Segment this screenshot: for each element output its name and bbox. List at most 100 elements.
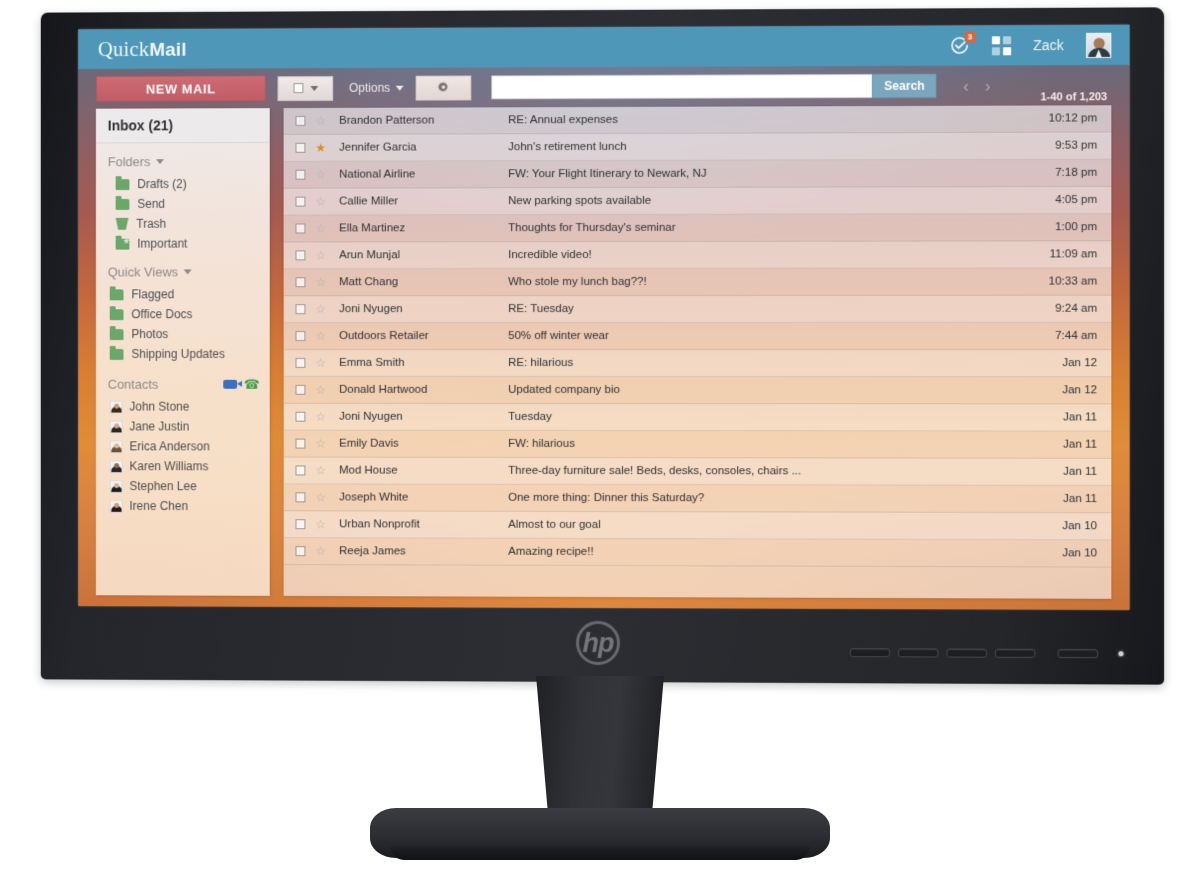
osd-button[interactable]	[1057, 648, 1099, 659]
chevron-down-icon	[396, 85, 405, 91]
folder-star-icon	[115, 238, 130, 250]
sidebar-item-inbox[interactable]: Inbox (21)	[95, 108, 270, 144]
options-menu[interactable]: Options	[349, 81, 405, 95]
message-row[interactable]: ☆ Reeja James Amazing recipe!! Jan 10	[283, 538, 1112, 568]
message-row[interactable]: ☆ Donald Hartwood Updated company bio Jan 1…	[283, 376, 1112, 405]
message-row[interactable]: ☆ Joseph White One more thing: Dinner this…	[283, 484, 1112, 514]
monitor-osd-buttons	[849, 648, 1124, 659]
message-checkbox[interactable]	[295, 223, 306, 234]
contact-list-item[interactable]: Irene Chen	[96, 496, 270, 516]
star-icon[interactable]: ★	[315, 141, 329, 155]
sidebar-item-photos[interactable]: Photos	[96, 324, 270, 344]
next-page-button[interactable]: ›	[985, 76, 991, 95]
message-row[interactable]: ☆ Arun Munjal Incredible video! 11:09 am	[283, 241, 1112, 270]
sidebar-item-drafts-2[interactable]: Drafts (2)	[96, 174, 270, 194]
osd-button[interactable]	[994, 648, 1036, 658]
message-row[interactable]: ☆ Emma Smith RE: hilarious Jan 12	[283, 349, 1112, 378]
message-checkbox[interactable]	[295, 519, 306, 530]
message-checkbox[interactable]	[295, 250, 306, 261]
sidebar-item-send[interactable]: Send	[96, 194, 270, 214]
message-row[interactable]: ☆ Outdoors Retailer 50% off winter wear 7:4…	[283, 322, 1112, 351]
message-checkbox[interactable]	[295, 169, 306, 180]
star-icon[interactable]: ☆	[315, 168, 329, 182]
sidebar-item-shipping-updates[interactable]: Shipping Updates	[96, 344, 270, 364]
user-name-label[interactable]: Zack	[1033, 37, 1064, 53]
sidebar-section-folders[interactable]: Folders	[96, 143, 270, 174]
sidebar-item-office-docs[interactable]: Office Docs	[96, 304, 270, 324]
message-time: 7:18 pm	[1055, 166, 1098, 179]
message-checkbox[interactable]	[295, 277, 306, 288]
star-icon[interactable]: ☆	[315, 275, 329, 289]
message-row[interactable]: ☆ Ella Martinez Thoughts for Thursday's se…	[283, 214, 1112, 243]
contact-avatar	[109, 400, 123, 414]
new-mail-button[interactable]: NEW MAIL	[95, 75, 266, 102]
sidebar-item-label: Office Docs	[131, 307, 193, 322]
sidebar-item-flagged[interactable]: Flagged	[96, 284, 270, 304]
star-icon[interactable]: ☆	[315, 383, 329, 397]
contact-list-item[interactable]: John Stone	[96, 397, 270, 417]
message-row[interactable]: ☆ Matt Chang Who stole my lunch bag??! 10:3…	[283, 268, 1112, 297]
message-row[interactable]: ☆ National Airline FW: Your Flight Itinera…	[283, 159, 1112, 189]
message-row[interactable]: ★ Jennifer Garcia John's retirement lunch 9…	[283, 132, 1112, 162]
select-all-dropdown[interactable]	[277, 75, 334, 101]
star-icon[interactable]: ☆	[315, 248, 329, 262]
message-row[interactable]: ☆ Emily Davis FW: hilarious Jan 11	[283, 430, 1112, 459]
message-checkbox[interactable]	[295, 331, 306, 342]
apps-grid-button[interactable]	[991, 35, 1011, 55]
star-icon[interactable]: ☆	[315, 437, 329, 451]
prev-page-button[interactable]: ‹	[963, 76, 969, 95]
contact-name: John Stone	[129, 399, 190, 414]
message-checkbox[interactable]	[295, 438, 306, 449]
message-checkbox[interactable]	[295, 465, 306, 476]
message-row[interactable]: ☆ Callie Miller New parking spots availabl…	[283, 186, 1112, 216]
star-icon[interactable]: ☆	[315, 464, 329, 478]
message-row[interactable]: ☆ Urban Nonprofit Almost to our goal Jan 10	[283, 511, 1112, 541]
message-checkbox[interactable]	[295, 142, 306, 153]
message-row[interactable]: ☆ Mod House Three-day furniture sale! Beds…	[283, 457, 1112, 487]
search-input[interactable]	[491, 73, 873, 100]
osd-button[interactable]	[849, 648, 891, 658]
message-checkbox[interactable]	[295, 546, 306, 557]
star-icon[interactable]: ☆	[315, 195, 329, 209]
app-logo[interactable]: QuickMail	[98, 36, 187, 61]
star-icon[interactable]: ☆	[315, 329, 329, 343]
star-icon[interactable]: ☆	[315, 544, 329, 558]
contact-list-item[interactable]: Stephen Lee	[96, 476, 270, 496]
contact-list-item[interactable]: Karen Williams	[96, 456, 270, 476]
contact-list-item[interactable]: Jane Justin	[96, 416, 270, 436]
star-icon[interactable]: ☆	[315, 114, 329, 128]
contact-name: Irene Chen	[129, 498, 189, 514]
sidebar-item-trash[interactable]: Trash	[96, 214, 270, 234]
message-sender: Reeja James	[339, 545, 406, 558]
avatar[interactable]	[1086, 32, 1112, 58]
message-checkbox[interactable]	[295, 115, 306, 126]
message-checkbox[interactable]	[295, 492, 306, 503]
video-call-icon[interactable]	[223, 379, 237, 389]
star-icon[interactable]: ☆	[315, 410, 329, 424]
sidebar-item-important[interactable]: Important	[96, 234, 270, 254]
star-icon[interactable]: ☆	[315, 490, 329, 504]
message-checkbox[interactable]	[295, 411, 306, 422]
message-checkbox[interactable]	[295, 384, 306, 395]
notifications-button[interactable]: 3	[949, 31, 976, 55]
star-icon[interactable]: ☆	[315, 302, 329, 316]
contacts-list: John Stone Jane Justin Erica Anderson Karen…	[96, 397, 270, 517]
message-row[interactable]: ☆ Joni Nyugen Tuesday Jan 11	[283, 403, 1112, 432]
star-icon[interactable]: ☆	[315, 221, 329, 235]
message-checkbox[interactable]	[295, 357, 306, 368]
phone-call-icon[interactable]: ☎	[244, 377, 260, 392]
message-checkbox[interactable]	[295, 196, 306, 207]
message-row[interactable]: ☆ Brandon Patterson RE: Annual expenses 10:…	[283, 105, 1112, 135]
osd-button[interactable]	[946, 648, 987, 658]
sidebar-section-quick-views[interactable]: Quick Views	[96, 253, 270, 284]
message-checkbox[interactable]	[295, 304, 306, 315]
star-icon[interactable]: ☆	[315, 517, 329, 531]
star-icon[interactable]: ☆	[315, 356, 329, 370]
contact-list-item[interactable]: Erica Anderson	[96, 436, 270, 456]
message-row[interactable]: ☆ Joni Nyugen RE: Tuesday 9:24 am	[283, 295, 1112, 324]
osd-button[interactable]	[898, 648, 939, 658]
search-button[interactable]: Search	[872, 73, 937, 99]
settings-button[interactable]	[415, 74, 472, 101]
message-sender: Brandon Patterson	[339, 114, 435, 127]
message-subject: RE: Annual expenses	[508, 113, 618, 127]
